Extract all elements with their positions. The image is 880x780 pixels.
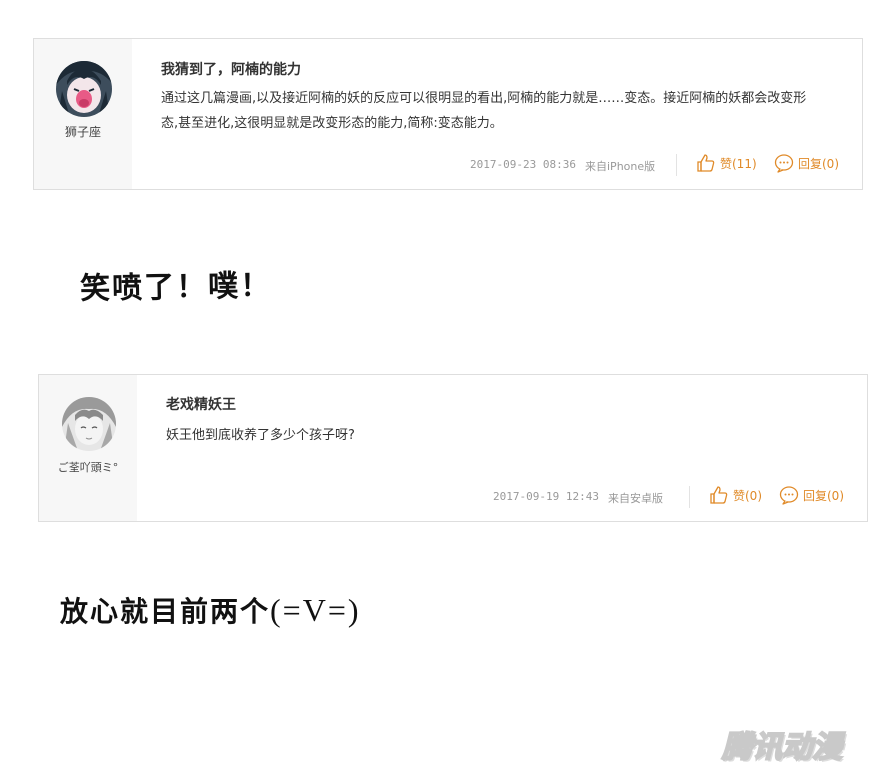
username[interactable]: ご荃吖頭ミ°	[39, 459, 137, 475]
caption-text: 放心就目前两个(=V=)	[60, 590, 361, 630]
reply-button[interactable]: 回复(0)	[779, 485, 844, 505]
caption-text: 笑喷了！噗！	[79, 268, 273, 307]
speech-bubble-icon	[774, 153, 794, 173]
reply-button[interactable]: 回复(0)	[774, 153, 839, 173]
comment-source: 来自安卓版	[608, 492, 663, 505]
divider	[676, 154, 677, 176]
like-count: 赞(11)	[720, 156, 757, 171]
like-count: 赞(0)	[733, 488, 762, 503]
like-button[interactable]: 赞(11)	[696, 153, 757, 173]
comment-body: 妖王他到底收养了多少个孩子呀?	[166, 428, 355, 443]
like-button[interactable]: 赞(0)	[709, 485, 762, 505]
reply-count: 回复(0)	[798, 156, 839, 171]
username[interactable]: 狮子座	[34, 123, 132, 140]
anime-avatar-icon[interactable]	[56, 61, 112, 117]
thumbs-up-icon	[696, 153, 716, 173]
divider	[689, 486, 690, 508]
comment-date: 2017-09-23 08:36	[470, 158, 576, 171]
comment-card: ご荃吖頭ミ° 老戏精妖王 妖王他到底收养了多少个孩子呀? 2017-09-19 …	[38, 374, 868, 522]
comment-title: 我猜到了，阿楠的能力	[161, 62, 301, 78]
watermark-logo: 腾讯动漫	[721, 729, 843, 766]
caption-emoticon: (=V=)	[270, 592, 361, 628]
comment-card: 狮子座 我猜到了，阿楠的能力 通过这几篇漫画,以及接近阿楠的妖的反应可以很明显的…	[33, 38, 863, 190]
user-panel: ご荃吖頭ミ°	[39, 375, 137, 521]
thumbs-up-icon	[709, 485, 729, 505]
comment-source: 来自iPhone版	[585, 160, 656, 173]
user-panel: 狮子座	[34, 39, 132, 189]
reply-count: 回复(0)	[803, 488, 844, 503]
speech-bubble-icon	[779, 485, 799, 505]
comment-body: 通过这几篇漫画,以及接近阿楠的妖的反应可以很明显的看出,阿楠的能力就是……变态。…	[161, 91, 807, 131]
comment-date: 2017-09-19 12:43	[493, 490, 599, 503]
sketch-avatar-icon[interactable]	[62, 397, 116, 451]
comment-title: 老戏精妖王	[166, 397, 236, 413]
caption-main: 放心就目前两个	[60, 595, 271, 628]
